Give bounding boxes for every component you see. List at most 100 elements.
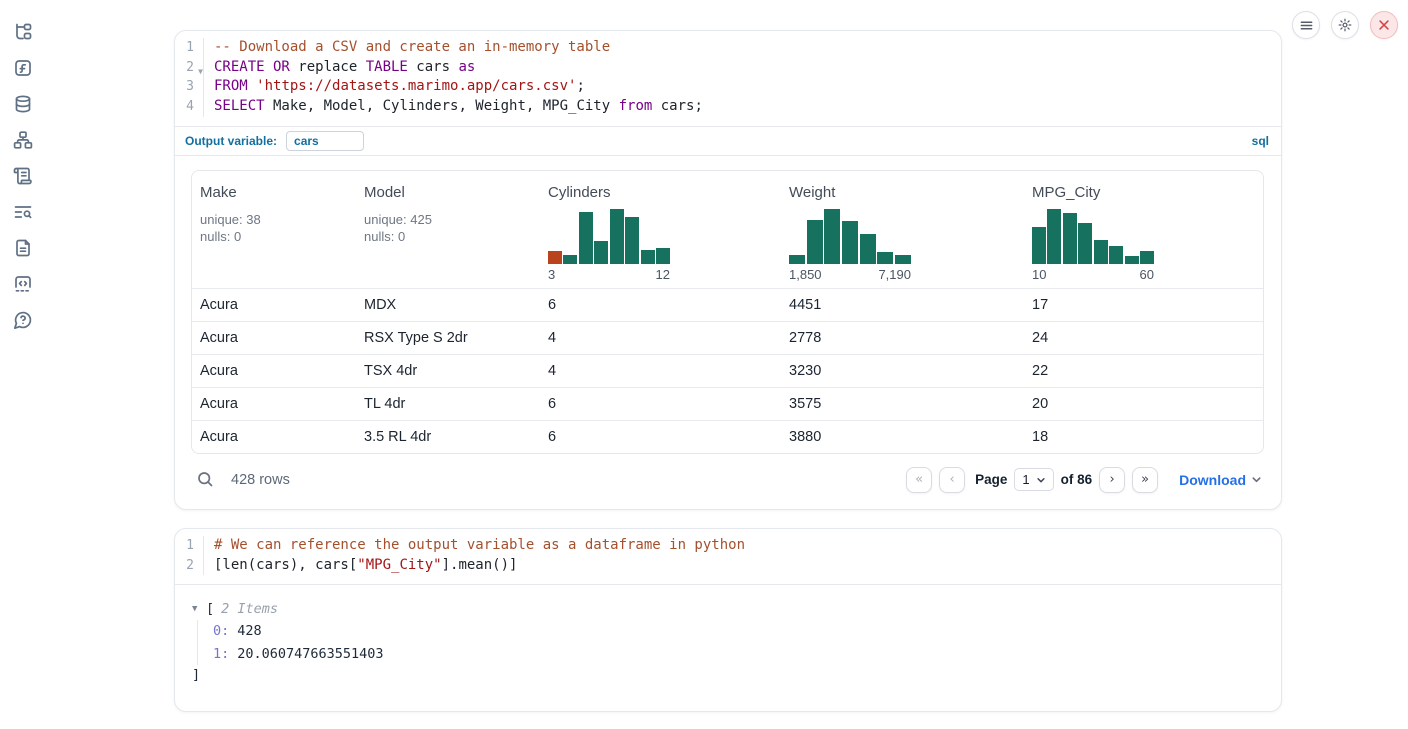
tree-entry: 1:20.060747663551403	[213, 643, 1265, 666]
column-label[interactable]: Weight	[789, 184, 1016, 201]
logs-search-icon[interactable]	[13, 202, 33, 222]
table-cell: TSX 4dr	[356, 363, 540, 379]
search-icon[interactable]	[197, 471, 215, 489]
code-text[interactable]: -- Download a CSV and create an in-memor…	[204, 38, 1281, 58]
next-page-button[interactable]: ›	[1099, 467, 1125, 493]
histogram-axis-labels: 312	[548, 267, 670, 282]
table-row[interactable]: AcuraTSX 4dr4323022	[192, 354, 1263, 387]
help-icon[interactable]	[13, 310, 33, 330]
download-label: Download	[1179, 472, 1246, 488]
datasources-icon[interactable]	[13, 94, 33, 114]
histogram-bar	[641, 250, 655, 264]
tree-items-count: 2 Items	[221, 601, 278, 617]
code-line: 4SELECT Make, Model, Cylinders, Weight, …	[175, 97, 1281, 117]
code-text[interactable]: [len(cars), cars["MPG_City"].mean()]	[204, 556, 1281, 576]
column-histogram	[1032, 209, 1154, 264]
table-footer: 428 rows « ‹ Page 1 of 86 › » Download	[191, 463, 1264, 497]
table-cell: 3.5 RL 4dr	[356, 429, 540, 445]
tree-entry-key: 0:	[213, 623, 229, 639]
table-cell: Acura	[192, 396, 356, 412]
table-cell: Acura	[192, 330, 356, 346]
code-line: 2[len(cars), cars["MPG_City"].mean()]	[175, 556, 1281, 576]
table-cell: Acura	[192, 297, 356, 313]
table-cell: 2778	[781, 330, 1024, 346]
table-cell: Acura	[192, 363, 356, 379]
page-select-value: 1	[1022, 472, 1029, 487]
line-number: 1	[175, 38, 204, 58]
table-cell: TL 4dr	[356, 396, 540, 412]
table-cell: 3230	[781, 363, 1024, 379]
code-text[interactable]: FROM 'https://datasets.marimo.app/cars.c…	[204, 77, 1281, 97]
tree-open-bracket: [	[206, 601, 214, 617]
code-line: 2▼CREATE OR replace TABLE cars as	[175, 58, 1281, 78]
table-cell: 3575	[781, 396, 1024, 412]
page-select[interactable]: 1	[1014, 468, 1053, 491]
histogram-bar	[1094, 240, 1108, 264]
table-row[interactable]: AcuraRSX Type S 2dr4277824	[192, 321, 1263, 354]
variables-icon[interactable]	[13, 58, 33, 78]
sidebar	[0, 0, 46, 330]
line-number: 3	[175, 77, 204, 97]
dependency-graph-icon[interactable]	[13, 130, 33, 150]
documentation-icon[interactable]	[13, 238, 33, 258]
table-cell: RSX Type S 2dr	[356, 330, 540, 346]
column-label[interactable]: Model	[364, 184, 532, 201]
column-stats: unique: 425nulls: 0	[364, 211, 532, 245]
histogram-bar	[1078, 223, 1092, 264]
histogram-bar	[594, 241, 608, 264]
page-total-label: of 86	[1061, 472, 1093, 487]
table-cell: 22	[1024, 363, 1263, 379]
column-histogram	[789, 209, 911, 264]
column-label[interactable]: MPG_City	[1032, 184, 1255, 201]
histogram-bar	[895, 255, 911, 264]
table-header: Make unique: 38nulls: 0 Model unique: 425nu…	[192, 171, 1263, 288]
line-number: 2▼	[175, 58, 204, 78]
histogram-axis-labels: 1060	[1032, 267, 1154, 282]
shutdown-button[interactable]	[1370, 11, 1398, 39]
column-label[interactable]: Make	[200, 184, 348, 201]
code-text[interactable]: SELECT Make, Model, Cylinders, Weight, M…	[204, 97, 1281, 117]
table-cell: 18	[1024, 429, 1263, 445]
column-header: Model unique: 425nulls: 0	[356, 171, 540, 288]
settings-button[interactable]	[1331, 11, 1359, 39]
table-row[interactable]: AcuraTL 4dr6357520	[192, 387, 1263, 420]
histogram-bar	[1140, 251, 1154, 264]
scratchpad-icon[interactable]	[13, 166, 33, 186]
first-page-button[interactable]: «	[906, 467, 932, 493]
histogram-bar	[1063, 213, 1077, 264]
tree-close-bracket: ]	[192, 665, 1265, 685]
tree-entry-value: 20.060747663551403	[237, 646, 383, 662]
table-row[interactable]: Acura3.5 RL 4dr6388018	[192, 420, 1263, 453]
table-cell: 6	[540, 396, 781, 412]
histogram-axis-labels: 1,8507,190	[789, 267, 911, 282]
histogram-bar	[625, 217, 639, 264]
download-button[interactable]: Download	[1179, 472, 1262, 488]
histogram-bar	[1032, 227, 1046, 264]
table-cell: 4	[540, 330, 781, 346]
tree-items: 0:4281:20.060747663551403	[197, 620, 1265, 665]
histogram-bar	[548, 251, 562, 264]
column-header: Cylinders 312	[540, 171, 781, 288]
file-tree-icon[interactable]	[13, 22, 33, 42]
code-text[interactable]: # We can reference the output variable a…	[204, 536, 1281, 556]
chevron-down-icon	[1036, 475, 1046, 485]
sql-output-area: Make unique: 38nulls: 0 Model unique: 425nu…	[175, 156, 1281, 509]
table-row[interactable]: AcuraMDX6445117	[192, 288, 1263, 321]
chevron-down-icon	[1251, 474, 1262, 485]
line-number: 2	[175, 556, 204, 576]
table-cell: 6	[540, 297, 781, 313]
tree-collapse-icon[interactable]: ▼	[192, 604, 206, 614]
prev-page-button[interactable]: ‹	[939, 467, 965, 493]
column-label[interactable]: Cylinders	[548, 184, 773, 201]
code-text[interactable]: CREATE OR replace TABLE cars as	[204, 58, 1281, 78]
last-page-button[interactable]: »	[1132, 467, 1158, 493]
output-variable-input[interactable]	[286, 131, 364, 151]
menu-button[interactable]	[1292, 11, 1320, 39]
output-variable-row: Output variable: sql	[175, 126, 1281, 156]
window-controls	[1292, 11, 1398, 39]
histogram-bar	[656, 248, 670, 264]
histogram-bar	[807, 220, 823, 264]
column-header: Weight 1,8507,190	[781, 171, 1024, 288]
column-stats: unique: 38nulls: 0	[200, 211, 348, 245]
snippets-icon[interactable]	[13, 274, 33, 294]
